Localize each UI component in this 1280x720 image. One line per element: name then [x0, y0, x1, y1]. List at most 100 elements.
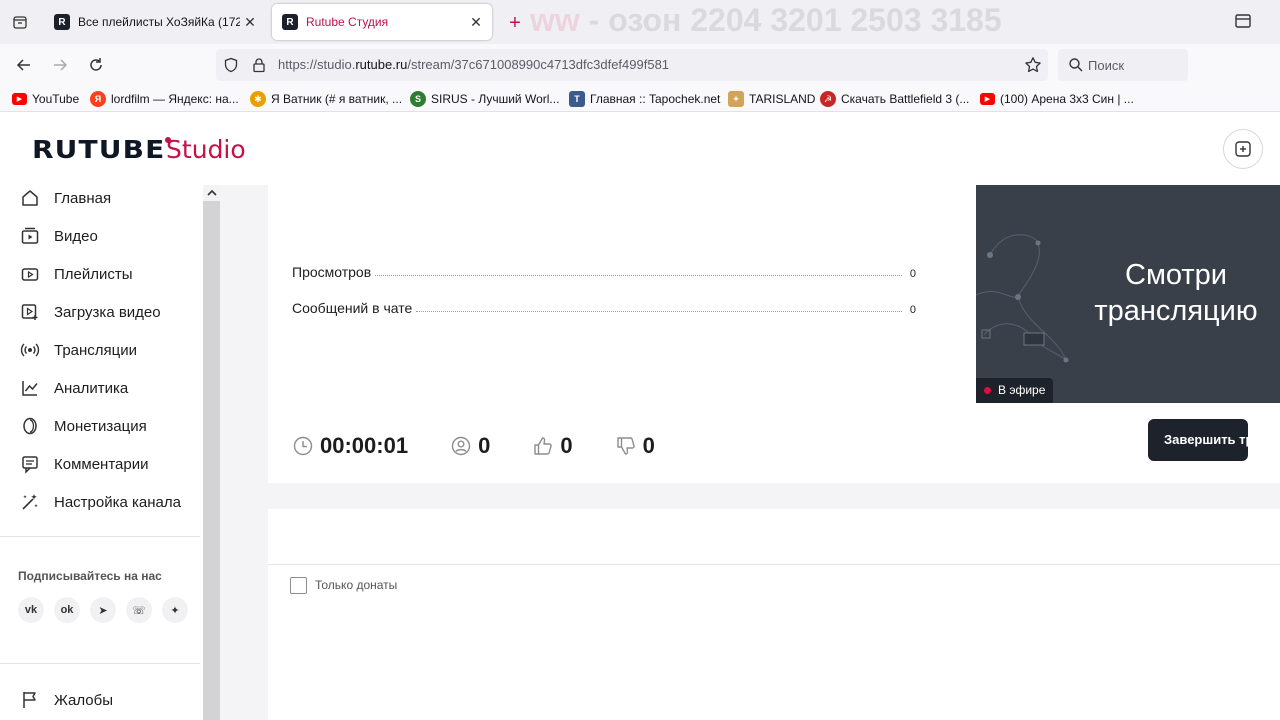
live-badge: В эфире [976, 378, 1054, 403]
metric-viewers: 0 [450, 433, 490, 459]
sidebar-item-playlists[interactable]: Плейлисты [0, 255, 200, 293]
battlefield-icon: ☭ [820, 91, 836, 107]
tab-rutube-studio[interactable]: R Rutube Студия ✕ [272, 4, 492, 40]
yandex-icon: Я [90, 91, 106, 107]
bookmark-label: Я Ватник (# я ватник, ... [271, 92, 403, 106]
bookmark-vatnik[interactable]: ✱ Я Ватник (# я ватник, ... [250, 90, 402, 108]
tab-overview-button[interactable] [1234, 12, 1252, 30]
zen-icon[interactable]: ✦ [162, 597, 188, 623]
sidebar-item-analytics[interactable]: Аналитика [0, 369, 200, 407]
lock-icon[interactable] [250, 56, 268, 74]
end-stream-button[interactable]: Завершить трансляцию [1148, 419, 1248, 461]
sidebar-item-label: Загрузка видео [54, 303, 161, 321]
banner-prefix: ww [530, 2, 580, 38]
tab-list-button[interactable] [8, 10, 32, 34]
monetization-icon [19, 415, 41, 437]
forward-button[interactable] [47, 52, 73, 78]
banner-text: - озон 2204 3201 2503 3185 [588, 2, 1002, 38]
rutube-studio-logo[interactable]: RUTUBE Studio [32, 135, 246, 169]
sidebar-item-upload[interactable]: Загрузка видео [0, 293, 200, 331]
bookmark-battlefield[interactable]: ☭ Скачать Battlefield 3 (... [820, 90, 969, 108]
sidebar-item-label: Жалобы [54, 691, 113, 709]
add-content-button[interactable] [1223, 129, 1263, 169]
dotted-leader [375, 275, 902, 276]
sidebar-item-broadcasts[interactable]: Трансляции [0, 331, 200, 369]
tab-playlists[interactable]: R Все плейлисты ХоЗяйКа (1726 ✕ [44, 4, 266, 40]
url-text[interactable]: https://studio.rutube.ru/stream/37c67100… [278, 57, 669, 72]
sidebar-item-label: Комментарии [54, 455, 149, 473]
tab-close-icon[interactable]: ✕ [240, 12, 260, 32]
scroll-up-icon[interactable] [207, 188, 217, 198]
bookmark-label: (100) Арена 3х3 Син | ... [1000, 92, 1134, 106]
flag-icon [19, 689, 41, 711]
stream-preview[interactable]: Смотри трансляцию В эфире [976, 185, 1280, 403]
stat-label: Просмотров [292, 264, 372, 280]
logo-studio: Studio [166, 135, 246, 164]
only-donations-checkbox[interactable] [290, 577, 307, 594]
thumbs-up-icon [532, 435, 554, 457]
chat-card: Только донаты [268, 509, 1280, 720]
bookmark-tarisland[interactable]: ✦ TARISLAND [728, 90, 815, 108]
stream-metrics: 00:00:01 0 0 0 [292, 431, 697, 461]
arrow-left-icon [16, 59, 30, 71]
ok-icon[interactable]: ok [54, 597, 80, 623]
youtube-icon: ▶ [980, 93, 995, 105]
sidebar-scrollbar[interactable] [203, 185, 220, 720]
bookmark-arena[interactable]: ▶ (100) Арена 3х3 Син | ... [980, 90, 1134, 108]
sidebar: Главная Видео Плейлисты Загрузка видео Т… [0, 185, 220, 720]
rutube-favicon-icon: R [54, 14, 70, 30]
bookmark-label: YouTube [32, 92, 80, 106]
bookmark-tapochek[interactable]: T Главная :: Tapochek.net [569, 90, 720, 108]
reload-button[interactable] [83, 52, 109, 78]
tab-close-icon[interactable]: ✕ [466, 12, 486, 32]
dotted-leader [416, 311, 902, 312]
sidebar-item-complaints[interactable]: Жалобы [0, 681, 200, 719]
window-icon [1235, 14, 1251, 28]
bookmark-lordfilm[interactable]: Я lordfilm — Яндекс: на... [90, 90, 239, 108]
search-input[interactable]: Поиск [1058, 49, 1188, 81]
scrollbar-thumb[interactable] [203, 201, 220, 720]
likes-value: 0 [560, 433, 573, 458]
new-tab-button[interactable]: + [503, 11, 527, 35]
only-donations-label[interactable]: Только донаты [315, 578, 397, 592]
sidebar-item-channel-settings[interactable]: Настройка канала [0, 483, 200, 521]
sidebar-item-comments[interactable]: Комментарии [0, 445, 200, 483]
metric-dislikes: 0 [615, 433, 655, 459]
viber-icon[interactable]: ☏ [126, 597, 152, 623]
back-button[interactable] [11, 52, 37, 78]
sidebar-divider [0, 663, 200, 664]
comments-icon [19, 453, 41, 475]
add-square-icon [1235, 141, 1251, 157]
bookmark-label: lordfilm — Яндекс: на... [111, 92, 239, 106]
bookmark-label: Скачать Battlefield 3 (... [841, 92, 970, 106]
sidebar-item-video[interactable]: Видео [0, 217, 200, 255]
stat-value: 0 [909, 304, 916, 316]
address-bar[interactable]: https://studio.rutube.ru/stream/37c67100… [216, 49, 1048, 81]
viewers-value: 0 [478, 433, 491, 458]
follow-us-label: Подписывайтесь на нас [18, 569, 162, 583]
sidebar-item-label: Плейлисты [54, 265, 133, 283]
sidebar-item-monetization[interactable]: Монетизация [0, 407, 200, 445]
tapochek-icon: T [569, 91, 585, 107]
vk-icon[interactable]: vk [18, 597, 44, 623]
telegram-icon[interactable]: ➤ [90, 597, 116, 623]
tab-title: Rutube Студия [306, 15, 389, 29]
browser-tab-bar: R Все плейлисты ХоЗяйКа (1726 ✕ R Rutube… [0, 0, 1280, 44]
bookmark-label: SIRUS - Лучший Worl... [431, 92, 560, 106]
bookmark-youtube[interactable]: ▶ YouTube [12, 90, 79, 108]
tracking-protection-icon[interactable] [222, 56, 240, 74]
preview-title-line-2: трансляцию [1094, 295, 1258, 327]
sirus-icon: S [410, 91, 426, 107]
rutube-favicon-icon: R [282, 14, 298, 30]
main-content: Просмотров 0 Сообщений в чате 0 Смотри т… [220, 185, 1280, 720]
live-label: В эфире [998, 383, 1046, 397]
tab-title: Все плейлисты ХоЗяйКа (1726 [78, 15, 240, 29]
studio-header: RUTUBE Studio [0, 113, 1280, 185]
thumbs-down-icon [615, 435, 637, 457]
sidebar-item-home[interactable]: Главная [0, 179, 200, 217]
bookmark-sirus[interactable]: S SIRUS - Лучший Worl... [410, 90, 559, 108]
stat-label: Сообщений в чате [292, 300, 413, 316]
dislikes-value: 0 [642, 433, 655, 458]
viewer-icon [450, 435, 472, 457]
bookmark-star-icon[interactable] [1024, 56, 1042, 74]
